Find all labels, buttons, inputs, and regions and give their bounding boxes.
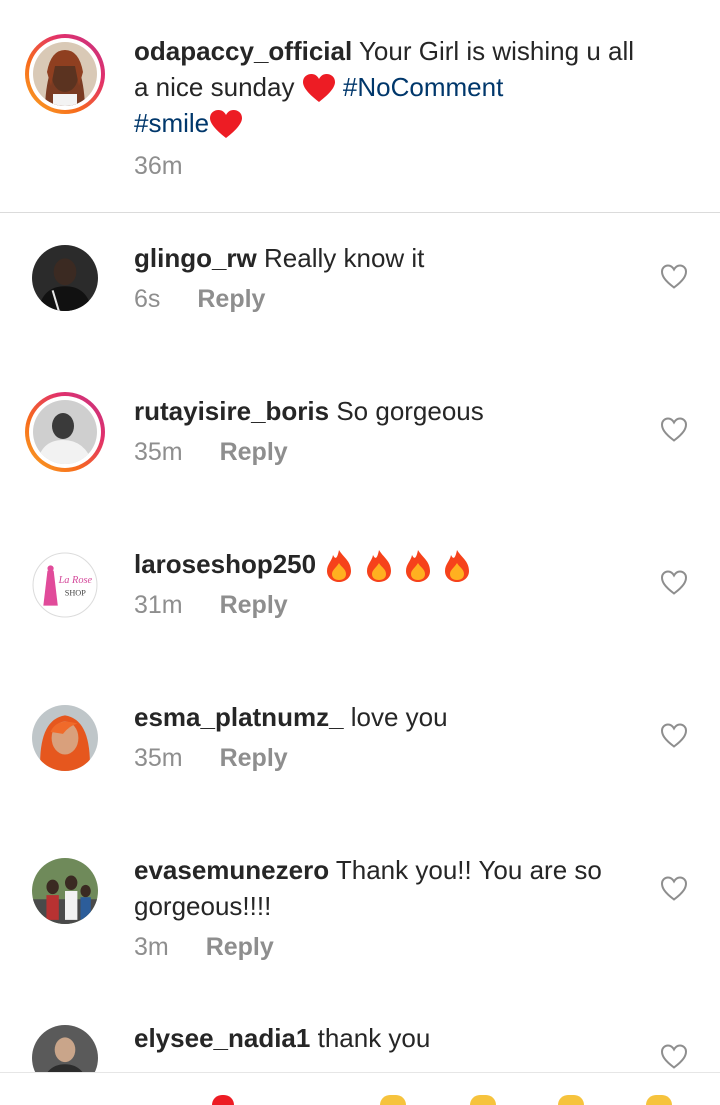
post-caption: odapaccy_official Your Girl is wishing u… [0, 0, 720, 212]
caption-text: odapaccy_official Your Girl is wishing u… [134, 33, 650, 141]
quick-reaction-bar [0, 1072, 720, 1105]
comment-meta: 3m Reply [134, 933, 274, 962]
shop-logo: La Rose SHOP [32, 552, 98, 618]
comment-username[interactable]: esma_platnumz_ [134, 702, 344, 732]
like-heart-icon[interactable] [660, 876, 688, 902]
emoji-reaction-icon[interactable] [646, 1095, 672, 1105]
avatar-image [32, 245, 98, 311]
comment-username[interactable]: elysee_nadia1 [134, 1023, 310, 1053]
red-heart-icon [302, 74, 335, 103]
comment-text: glingo_rw Really know it [134, 240, 650, 276]
fire-emojis [323, 549, 473, 583]
hashtag-nocomment[interactable]: #NoComment [343, 72, 503, 102]
caption-username[interactable]: odapaccy_official [134, 36, 352, 66]
caption-avatar[interactable] [25, 34, 105, 114]
comment-username[interactable]: rutayisire_boris [134, 396, 329, 426]
like-heart-icon[interactable] [660, 570, 688, 596]
divider [0, 212, 720, 213]
comment-text: elysee_nadia1 thank you [134, 1020, 650, 1056]
shop-logo-line2: SHOP [65, 588, 87, 597]
hashtag-smile[interactable]: #smile [134, 108, 209, 138]
comment-text: rutayisire_boris So gorgeous [134, 393, 650, 429]
emoji-reaction-icon[interactable] [558, 1095, 584, 1105]
reply-button[interactable]: Reply [197, 285, 265, 313]
emoji-reaction-icon[interactable] [470, 1095, 496, 1105]
comment-body: Really know it [264, 243, 425, 273]
shop-logo-line1: La Rose [58, 575, 93, 586]
comment-username[interactable]: laroseshop250 [134, 549, 316, 579]
avatar-image [32, 858, 98, 924]
fire-icon [366, 550, 391, 583]
comment-body: thank you [317, 1023, 431, 1053]
like-heart-icon[interactable] [660, 264, 688, 290]
comment-meta: 31m Reply [134, 591, 288, 620]
red-heart-icon [210, 110, 243, 139]
comment-text: esma_platnumz_ love you [134, 699, 650, 735]
comment-time: 35m [134, 438, 183, 466]
comment-text: laroseshop250 [134, 546, 650, 583]
like-heart-icon[interactable] [660, 723, 688, 749]
comment-time: 31m [134, 591, 183, 619]
comment-body: love you [350, 702, 448, 732]
comment-username[interactable]: glingo_rw [134, 243, 257, 273]
comment-time: 6s [134, 285, 161, 313]
commenter-avatar[interactable] [25, 238, 105, 318]
commenter-avatar[interactable] [25, 698, 105, 778]
like-heart-icon[interactable] [660, 417, 688, 443]
comment-text: evasemunezero Thank you!! You are so gor… [134, 852, 650, 924]
caption-time: 36m [134, 152, 183, 180]
comment-meta: 35m Reply [134, 744, 288, 773]
reply-button[interactable]: Reply [206, 933, 274, 961]
avatar-image [33, 400, 97, 464]
comment-body: So gorgeous [336, 396, 484, 426]
avatar-image [32, 705, 98, 771]
commenter-avatar[interactable] [25, 851, 105, 931]
comment-time: 35m [134, 744, 183, 772]
avatar-image [33, 42, 97, 106]
heart-reaction-icon[interactable] [212, 1095, 234, 1105]
fire-icon [327, 550, 352, 583]
reply-button[interactable]: Reply [220, 744, 288, 772]
reply-button[interactable]: Reply [220, 591, 288, 619]
caption-meta: 36m [134, 152, 183, 181]
comment-meta: 6s Reply [134, 285, 265, 314]
comment-username[interactable]: evasemunezero [134, 855, 329, 885]
comment-time: 3m [134, 933, 169, 961]
like-heart-icon[interactable] [660, 1044, 688, 1070]
emoji-reaction-icon[interactable] [380, 1095, 406, 1105]
fire-icon [405, 550, 430, 583]
commenter-avatar[interactable] [25, 392, 105, 472]
commenter-avatar[interactable]: La Rose SHOP [25, 545, 105, 625]
comment-meta: 35m Reply [134, 438, 288, 467]
reply-button[interactable]: Reply [220, 438, 288, 466]
fire-icon [445, 550, 470, 583]
